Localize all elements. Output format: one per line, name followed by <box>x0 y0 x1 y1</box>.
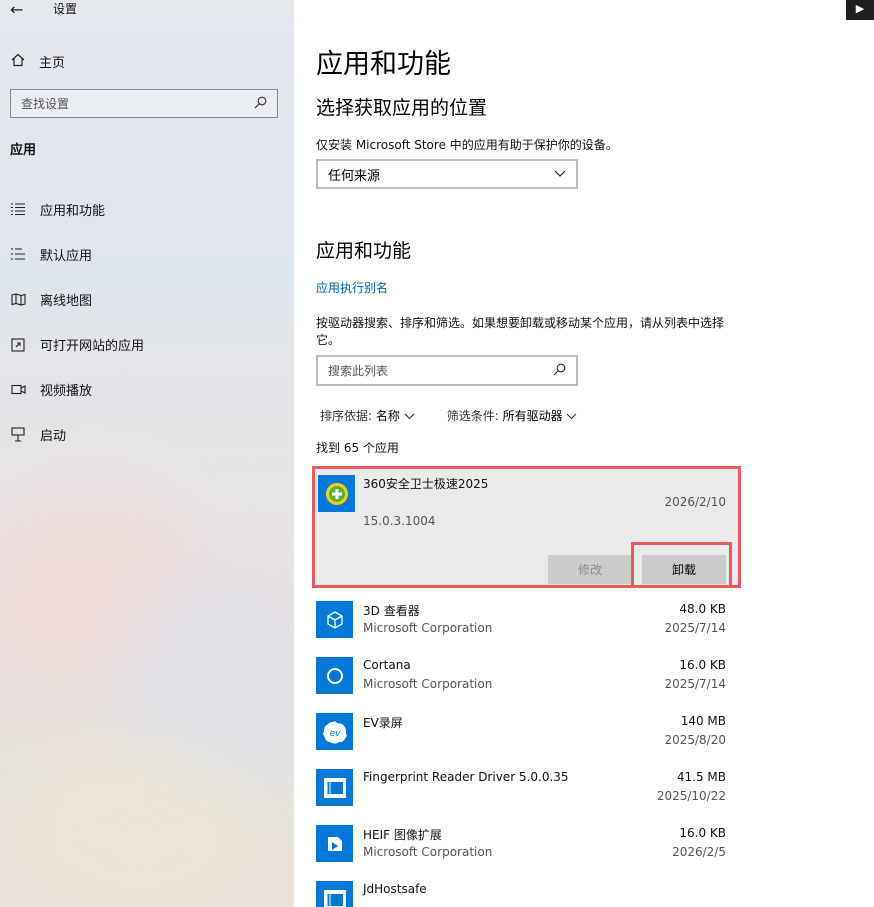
sidebar-item-startup[interactable]: 启动 <box>0 412 294 457</box>
app-name: JdHostsafe <box>363 882 427 896</box>
uninstall-highlight: 卸载 <box>631 542 732 588</box>
app-date: 2026/2/10 <box>664 495 726 509</box>
360-security-icon <box>318 475 355 512</box>
app-list-item[interactable]: HEIF 图像扩展 Microsoft Corporation 16.0 KB … <box>316 823 726 879</box>
app-date: 2025/10/22 <box>656 789 726 803</box>
home-icon <box>11 53 25 71</box>
installer-icon <box>316 769 353 806</box>
app-publisher: Microsoft Corporation <box>363 845 493 859</box>
app-date: 2025/7/14 <box>664 677 726 691</box>
app-name: HEIF 图像扩展 <box>363 828 442 842</box>
sidebar-item-offline-maps[interactable]: 离线地图 <box>0 277 294 322</box>
app-list-item[interactable]: ev EV录屏 140 MB 2025/8/20 <box>316 711 726 767</box>
app-name: 3D 查看器 <box>363 604 420 618</box>
app-source-dropdown[interactable]: 任何来源 <box>316 159 578 189</box>
filter-label: 筛选条件: <box>446 409 499 423</box>
ev-recorder-icon: ev <box>316 713 353 750</box>
app-list-item[interactable]: JdHostsafe <box>316 879 726 907</box>
sidebar-item-home[interactable]: 主页 <box>11 52 65 71</box>
app-name: Cortana <box>363 658 411 672</box>
app-alias-link[interactable]: 应用执行别名 <box>316 279 388 296</box>
app-list-item[interactable]: 3D 查看器 Microsoft Corporation 48.0 KB 202… <box>316 599 726 655</box>
selected-app-item[interactable]: 360安全卫士极速2025 2026/2/10 15.0.3.1004 修改 卸… <box>312 466 741 588</box>
source-heading: 选择获取应用的位置 <box>316 97 488 119</box>
app-name: EV录屏 <box>363 716 403 730</box>
uninstall-button[interactable]: 卸载 <box>642 555 726 584</box>
map-icon <box>10 292 26 308</box>
search-icon <box>254 96 267 112</box>
sidebar-item-apps-features[interactable]: 应用和功能 <box>0 187 294 232</box>
sidebar-item-default-apps[interactable]: 默认应用 <box>0 232 294 277</box>
sidebar-item-video-playback[interactable]: 视频播放 <box>0 367 294 412</box>
back-arrow-icon[interactable]: ← <box>10 0 23 19</box>
apps-heading: 应用和功能 <box>316 240 412 262</box>
chevron-down-icon <box>404 409 415 423</box>
app-size: 41.5 MB <box>676 770 726 784</box>
filter-value: 所有驱动器 <box>502 409 563 423</box>
sidebar-item-label: 主页 <box>39 56 66 71</box>
sidebar-item-label: 视频播放 <box>40 384 93 399</box>
search-placeholder: 搜索此列表 <box>328 364 389 378</box>
app-name: Fingerprint Reader Driver 5.0.0.35 <box>363 770 569 784</box>
open-web-icon <box>10 337 26 353</box>
chevron-down-icon <box>554 167 566 182</box>
svg-text:ev: ev <box>329 729 341 739</box>
installer-icon <box>316 881 353 907</box>
dropdown-value: 任何来源 <box>328 168 381 184</box>
cortana-icon <box>316 657 353 694</box>
app-size: 16.0 KB <box>679 826 726 840</box>
sidebar-item-label: 离线地图 <box>40 294 93 309</box>
page-title: 应用和功能 <box>316 49 451 80</box>
app-size: 48.0 KB <box>679 602 726 616</box>
app-size: 140 MB <box>680 714 726 728</box>
main-content: 应用和功能 选择获取应用的位置 仅安装 Microsoft Store 中的应用… <box>294 0 874 907</box>
sort-value: 名称 <box>375 409 400 423</box>
app-list-item[interactable]: Fingerprint Reader Driver 5.0.0.35 41.5 … <box>316 767 726 823</box>
search-icon <box>553 363 566 379</box>
app-publisher: Microsoft Corporation <box>363 677 493 691</box>
sidebar-item-label: 默认应用 <box>40 249 93 264</box>
app-count: 找到 65 个应用 <box>316 441 399 455</box>
app-version: 15.0.3.1004 <box>363 514 436 528</box>
sidebar-item-label: 可打开网站的应用 <box>40 339 145 354</box>
sidebar-item-web-apps[interactable]: 可打开网站的应用 <box>0 322 294 367</box>
background-blur <box>20 740 260 900</box>
sidebar-item-label: 应用和功能 <box>40 204 106 219</box>
chevron-down-icon <box>566 409 577 423</box>
sort-label: 排序依据: <box>320 409 373 423</box>
corner-control[interactable]: ▶ <box>846 0 874 20</box>
list-filters: 排序依据: 名称 筛选条件: 所有驱动器 <box>320 407 577 424</box>
source-description: 仅安装 Microsoft Store 中的应用有助于保护你的设备。 <box>316 138 618 152</box>
apps-description: 按驱动器搜索、排序和筛选。如果想要卸载或移动某个应用，请从列表中选择它。 <box>316 316 725 347</box>
sidebar: ← 设置 主页 查找设置 应用 应用和功能 默认应用 离线地图 可打开网站的应用… <box>0 0 294 907</box>
app-date: 2025/7/14 <box>664 621 726 635</box>
app-list-item[interactable]: Cortana Microsoft Corporation 16.0 KB 20… <box>316 655 726 711</box>
modify-button[interactable]: 修改 <box>548 555 632 584</box>
list-icon <box>10 202 26 218</box>
sort-dropdown[interactable]: 排序依据: 名称 <box>320 407 415 424</box>
app-date: 2026/2/5 <box>672 845 726 859</box>
default-apps-icon <box>10 247 26 263</box>
app-list-search-input[interactable]: 搜索此列表 <box>316 355 578 386</box>
sidebar-nav: 应用和功能 默认应用 离线地图 可打开网站的应用 视频播放 启动 <box>0 187 294 457</box>
startup-icon <box>10 427 26 443</box>
settings-search-input[interactable]: 查找设置 <box>10 89 278 118</box>
app-date: 2025/8/20 <box>664 733 726 747</box>
app-publisher: Microsoft Corporation <box>363 621 493 635</box>
sidebar-item-label: 启动 <box>40 429 67 444</box>
section-heading: 应用 <box>10 143 37 158</box>
window-title: 设置 <box>53 2 78 16</box>
3d-viewer-icon <box>316 601 353 638</box>
heif-image-icon <box>316 825 353 862</box>
video-icon <box>10 382 26 398</box>
app-size: 16.0 KB <box>679 658 726 672</box>
app-name: 360安全卫士极速2025 <box>363 477 489 491</box>
filter-dropdown[interactable]: 筛选条件: 所有驱动器 <box>447 407 578 424</box>
search-placeholder: 查找设置 <box>21 97 70 111</box>
